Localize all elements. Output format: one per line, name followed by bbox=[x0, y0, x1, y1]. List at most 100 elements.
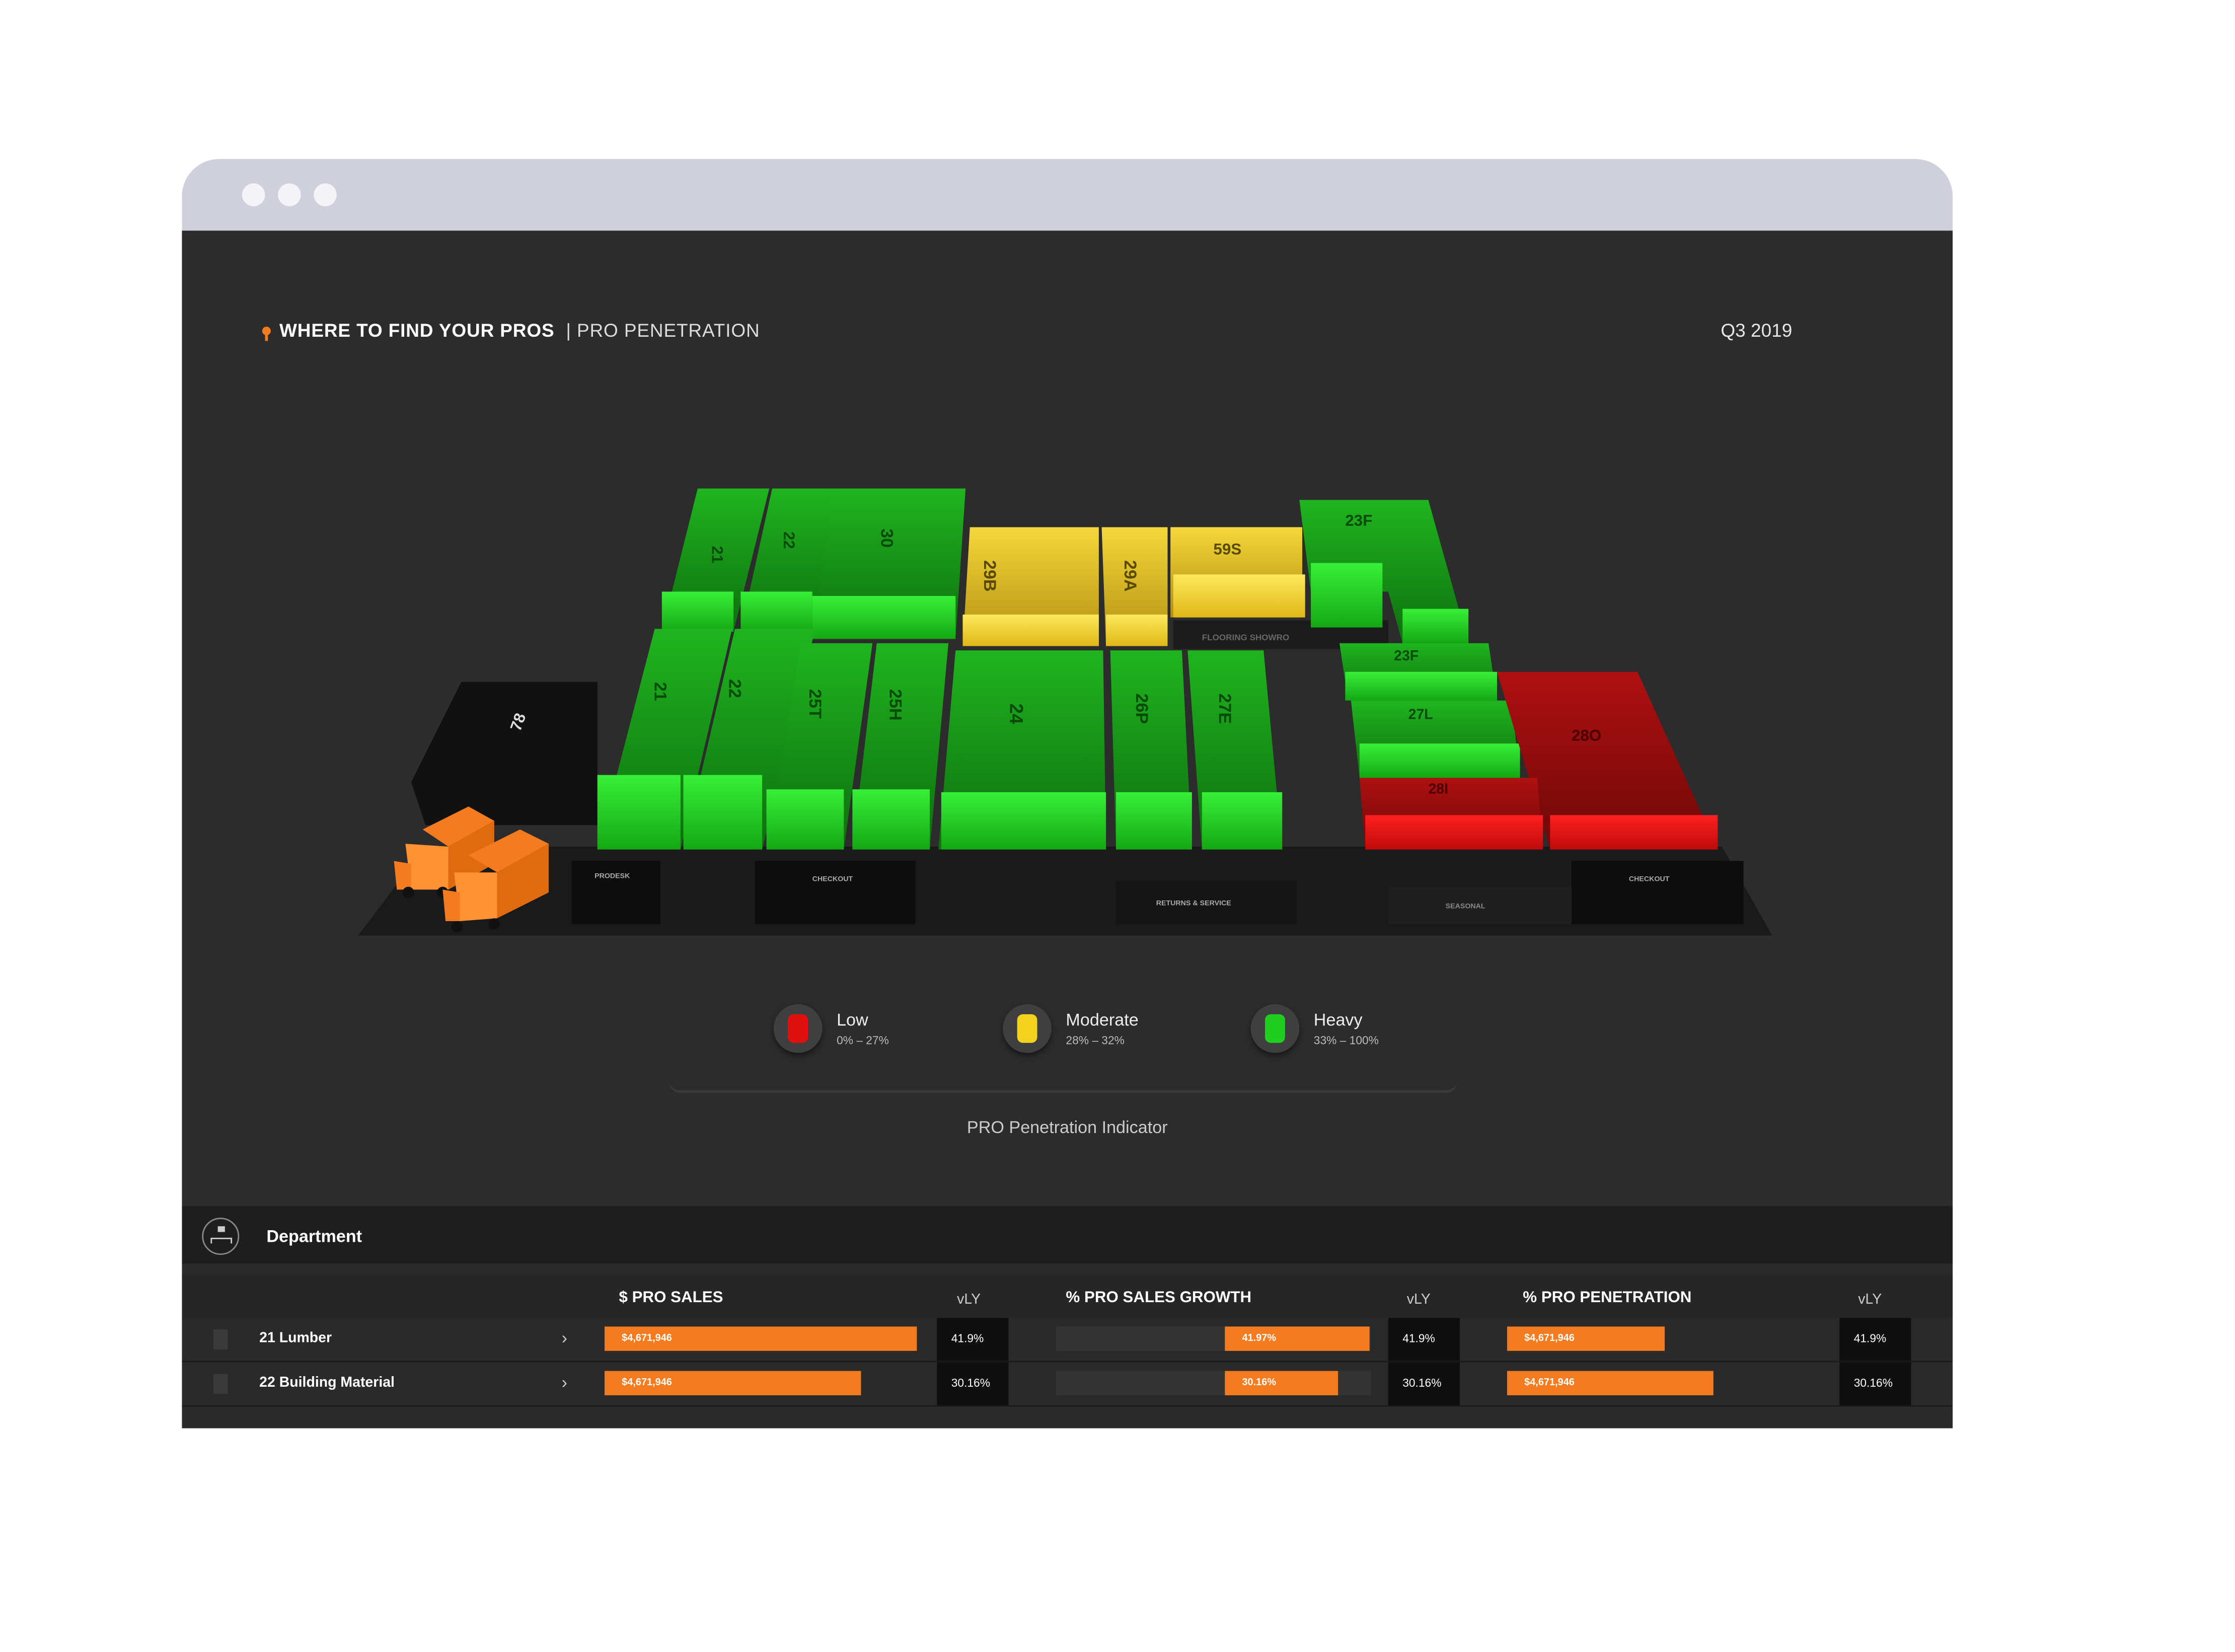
checkout-zone-left: CHECKOUT bbox=[755, 861, 916, 924]
row-department-name: 22 Building Material bbox=[259, 1375, 395, 1391]
pro-sales-bar-label: $4,671,946 bbox=[622, 1333, 672, 1344]
penetration-bar: $4,671,946 bbox=[1507, 1371, 1714, 1396]
dept-28i-inside-garden[interactable]: 28I bbox=[1359, 778, 1543, 850]
dept-26p-plumbing[interactable]: 26P bbox=[1110, 650, 1192, 850]
svg-text:28I: 28I bbox=[1428, 781, 1448, 797]
col-pro-sales-growth[interactable]: % PRO SALES GROWTH bbox=[1066, 1289, 1251, 1306]
dept-24-paint[interactable]: 24 bbox=[938, 650, 1106, 850]
svg-text:FLOORING SHOWRO: FLOORING SHOWRO bbox=[1202, 633, 1289, 642]
group-header: Department bbox=[182, 1206, 1953, 1264]
window-dot-maximize[interactable] bbox=[314, 183, 337, 206]
growth-bar-label: 41.97% bbox=[1242, 1333, 1277, 1344]
svg-text:CHECKOUT: CHECKOUT bbox=[812, 875, 853, 883]
growth-bar: 30.16% bbox=[1225, 1371, 1338, 1396]
low-indicator-icon bbox=[773, 1004, 823, 1053]
growth-vly-value: 30.16% bbox=[1402, 1377, 1442, 1390]
col-pro-penetration[interactable]: % PRO PENETRATION bbox=[1523, 1289, 1691, 1306]
store-map: 21 22 30 29B 29A 59S FLOORING SHOWRO 23F… bbox=[358, 488, 1772, 936]
page-title-text: WHERE TO FIND YOUR PROS bbox=[279, 319, 555, 341]
svg-text:23F: 23F bbox=[1394, 648, 1419, 664]
legend-item-low: Low 0% – 27% bbox=[773, 1004, 889, 1053]
col-penetration-vly[interactable]: vLY bbox=[1858, 1292, 1882, 1308]
row-info-icon[interactable] bbox=[213, 1374, 228, 1394]
window-dot-close[interactable] bbox=[242, 183, 265, 206]
browser-window: WHERE TO FIND YOUR PROS | PRO PENETRATIO… bbox=[182, 159, 1953, 1429]
legend-divider bbox=[669, 1082, 1457, 1093]
growth-vly-value: 41.9% bbox=[1402, 1332, 1435, 1345]
legend-low-range: 0% – 27% bbox=[837, 1034, 889, 1047]
svg-text:27L: 27L bbox=[1408, 707, 1433, 723]
penetration-bar-label: $4,671,946 bbox=[1524, 1333, 1575, 1344]
chevron-right-icon[interactable]: › bbox=[562, 1372, 567, 1392]
location-pin-icon bbox=[262, 326, 271, 340]
chevron-right-icon[interactable]: › bbox=[562, 1328, 567, 1348]
table-row[interactable]: 22 Building Material › $4,671,946 30.16% 30.… bbox=[182, 1362, 1953, 1407]
svg-text:27E: 27E bbox=[1215, 693, 1234, 724]
svg-text:30: 30 bbox=[877, 529, 896, 548]
dept-27l-lighting[interactable]: 27L bbox=[1351, 700, 1520, 778]
penetration-bar-label: $4,671,946 bbox=[1524, 1378, 1575, 1388]
window-dot-minimize[interactable] bbox=[278, 183, 301, 206]
col-growth-vly[interactable]: vLY bbox=[1407, 1292, 1431, 1308]
pro-sales-vly-value: 30.16% bbox=[951, 1377, 990, 1390]
svg-text:CHECKOUT: CHECKOUT bbox=[1629, 875, 1670, 883]
returns-service-zone: RETURNS & SERVICE bbox=[1116, 881, 1297, 924]
pro-sales-bar: $4,671,946 bbox=[605, 1371, 861, 1396]
dept-30-millwork[interactable]: 30 bbox=[812, 488, 966, 639]
growth-bar: 41.97% bbox=[1225, 1326, 1370, 1351]
growth-bar-label: 30.16% bbox=[1242, 1378, 1277, 1388]
svg-text:28O: 28O bbox=[1572, 726, 1601, 744]
col-pro-sales-vly[interactable]: vLY bbox=[957, 1292, 981, 1308]
svg-text:22: 22 bbox=[780, 532, 798, 549]
svg-text:21: 21 bbox=[708, 546, 726, 563]
pro-sales-vly: 30.16% bbox=[937, 1362, 1009, 1405]
legend-moderate-label: Moderate bbox=[1066, 1010, 1139, 1030]
dept-78-tool-rental[interactable]: 78 bbox=[411, 682, 598, 825]
penetration-vly: 41.9% bbox=[1839, 1318, 1911, 1361]
legend-heavy-label: Heavy bbox=[1313, 1010, 1363, 1030]
period-label: Q3 2019 bbox=[1721, 319, 1793, 341]
department-table: Department $ PRO SALES vLY % PRO SALES G… bbox=[182, 1206, 1953, 1429]
dashboard: WHERE TO FIND YOUR PROS | PRO PENETRATIO… bbox=[182, 231, 1953, 1429]
moderate-indicator-icon bbox=[1003, 1004, 1052, 1053]
growth-vly: 41.9% bbox=[1388, 1318, 1460, 1361]
pro-sales-vly-value: 41.9% bbox=[951, 1332, 984, 1345]
table-row[interactable]: 21 Lumber › $4,671,946 41.9% 41.97% 41.9% $4,6… bbox=[182, 1318, 1953, 1363]
svg-text:25H: 25H bbox=[885, 689, 905, 721]
svg-text:PRODESK: PRODESK bbox=[594, 872, 630, 880]
row-department-name: 21 Lumber bbox=[259, 1330, 332, 1347]
svg-text:SEASONAL: SEASONAL bbox=[1446, 902, 1485, 910]
svg-text:26P: 26P bbox=[1132, 693, 1151, 724]
heavy-indicator-icon bbox=[1250, 1004, 1300, 1053]
dept-29b-kitchen-bath[interactable]: 29B bbox=[962, 527, 1099, 646]
legend-heavy-range: 33% – 100% bbox=[1313, 1034, 1379, 1047]
dept-27e-electrical[interactable]: 27E bbox=[1187, 650, 1283, 850]
penetration-vly-value: 41.9% bbox=[1853, 1332, 1887, 1345]
penetration-vly: 30.16% bbox=[1839, 1362, 1911, 1405]
legend-caption: PRO Penetration Indicator bbox=[966, 1117, 1168, 1138]
checkout-zone-right: CHECKOUT bbox=[1572, 861, 1744, 924]
svg-text:59S: 59S bbox=[1214, 540, 1242, 558]
svg-text:RETURNS & SERVICE: RETURNS & SERVICE bbox=[1156, 899, 1231, 908]
page-title: WHERE TO FIND YOUR PROS | PRO PENETRATIO… bbox=[262, 320, 760, 341]
group-label: Department bbox=[266, 1226, 362, 1247]
page-subtitle: | PRO PENETRATION bbox=[566, 319, 760, 341]
pro-sales-bar: $4,671,946 bbox=[605, 1326, 917, 1351]
growth-vly: 30.16% bbox=[1388, 1362, 1460, 1405]
prodesk-zone: PRODESK bbox=[571, 861, 661, 924]
svg-text:23F: 23F bbox=[1345, 511, 1372, 529]
legend: Low 0% – 27% Moderate 28% – 32% Heavy 33… bbox=[669, 1004, 1471, 1090]
pro-sales-bar-label: $4,671,946 bbox=[622, 1378, 672, 1388]
dept-23f-flooring-front[interactable]: 23F bbox=[1339, 643, 1498, 701]
legend-moderate-range: 28% – 32% bbox=[1066, 1034, 1125, 1047]
penetration-bar: $4,671,946 bbox=[1507, 1326, 1665, 1351]
row-info-icon[interactable] bbox=[213, 1329, 228, 1349]
svg-text:25T: 25T bbox=[805, 689, 825, 719]
dept-59s-storage[interactable]: 59S bbox=[1170, 527, 1305, 618]
col-pro-sales[interactable]: $ PRO SALES bbox=[619, 1289, 723, 1306]
seasonal-zone: SEASONAL bbox=[1388, 886, 1572, 924]
svg-text:29B: 29B bbox=[980, 560, 999, 592]
dept-29a-appliances[interactable]: 29A bbox=[1101, 527, 1168, 646]
legend-item-heavy: Heavy 33% – 100% bbox=[1250, 1004, 1379, 1053]
hierarchy-icon[interactable] bbox=[202, 1218, 240, 1255]
